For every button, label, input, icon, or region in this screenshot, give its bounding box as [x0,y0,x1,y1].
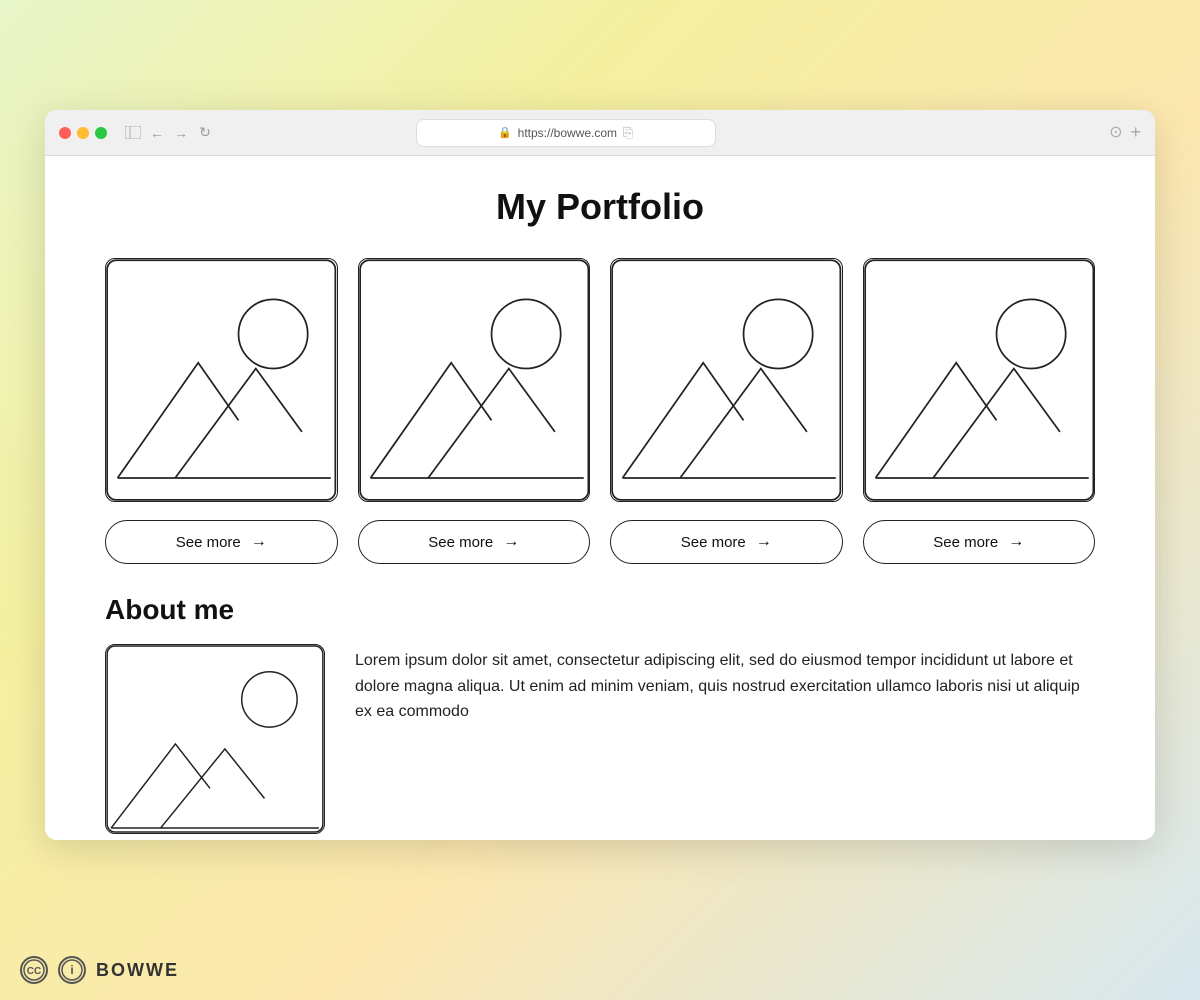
browser-chrome: ← → ↻ 🔒 https://bowwe.com ⎘ ⊙ + [45,110,1155,156]
page-title: My Portfolio [105,186,1095,228]
about-section: About me Lorem ipsum dolor sit amet, con… [105,594,1095,834]
portfolio-image-4 [863,258,1096,502]
browser-actions: ⊙ + [1109,122,1141,143]
portfolio-image-1 [105,258,338,502]
traffic-light-red[interactable] [59,127,71,139]
portfolio-item-2: See more → [358,258,591,564]
address-bar[interactable]: 🔒 https://bowwe.com ⎘ [416,119,716,147]
bottom-bar: CC i BOWWE [0,940,1200,1000]
traffic-light-green[interactable] [95,127,107,139]
refresh-icon[interactable]: ↻ [195,123,215,143]
share-icon: ⎘ [623,125,633,141]
arrow-right-icon-1: → [251,533,267,551]
lock-icon: 🔒 [498,126,512,139]
see-more-label-1: See more [176,534,241,551]
svg-text:i: i [70,963,73,977]
new-tab-icon[interactable]: + [1130,122,1141,143]
url-text: https://bowwe.com [518,126,617,140]
traffic-light-yellow[interactable] [77,127,89,139]
svg-text:CC: CC [27,966,41,977]
sidebar-toggle-icon[interactable] [123,123,143,143]
back-icon[interactable]: ← [147,123,167,143]
about-title: About me [105,594,1095,626]
see-more-label-2: See more [428,534,493,551]
about-body: Lorem ipsum dolor sit amet, consectetur … [355,644,1095,725]
portfolio-item-4: See more → [863,258,1096,564]
portfolio-grid: See more → See more → [105,258,1095,564]
arrow-right-icon-4: → [1008,533,1024,551]
portfolio-image-2 [358,258,591,502]
page-content: My Portfolio See more [45,156,1155,840]
cc-icon: CC [20,956,48,984]
arrow-right-icon-3: → [756,533,772,551]
browser-nav: ← → ↻ [123,123,215,143]
see-more-label-3: See more [681,534,746,551]
portfolio-image-3 [610,258,843,502]
see-more-button-3[interactable]: See more → [610,520,843,564]
arrow-right-icon-2: → [503,533,519,551]
forward-icon[interactable]: → [171,123,191,143]
about-image [105,644,325,834]
see-more-label-4: See more [933,534,998,551]
traffic-lights [59,127,107,139]
info-icon: i [58,956,86,984]
bowwe-brand: BOWWE [96,960,179,981]
see-more-button-2[interactable]: See more → [358,520,591,564]
about-content: Lorem ipsum dolor sit amet, consectetur … [105,644,1095,834]
account-icon[interactable]: ⊙ [1109,122,1122,143]
see-more-button-4[interactable]: See more → [863,520,1096,564]
portfolio-item-3: See more → [610,258,843,564]
portfolio-item-1: See more → [105,258,338,564]
browser-window: ← → ↻ 🔒 https://bowwe.com ⎘ ⊙ + My Portf… [45,110,1155,840]
see-more-button-1[interactable]: See more → [105,520,338,564]
